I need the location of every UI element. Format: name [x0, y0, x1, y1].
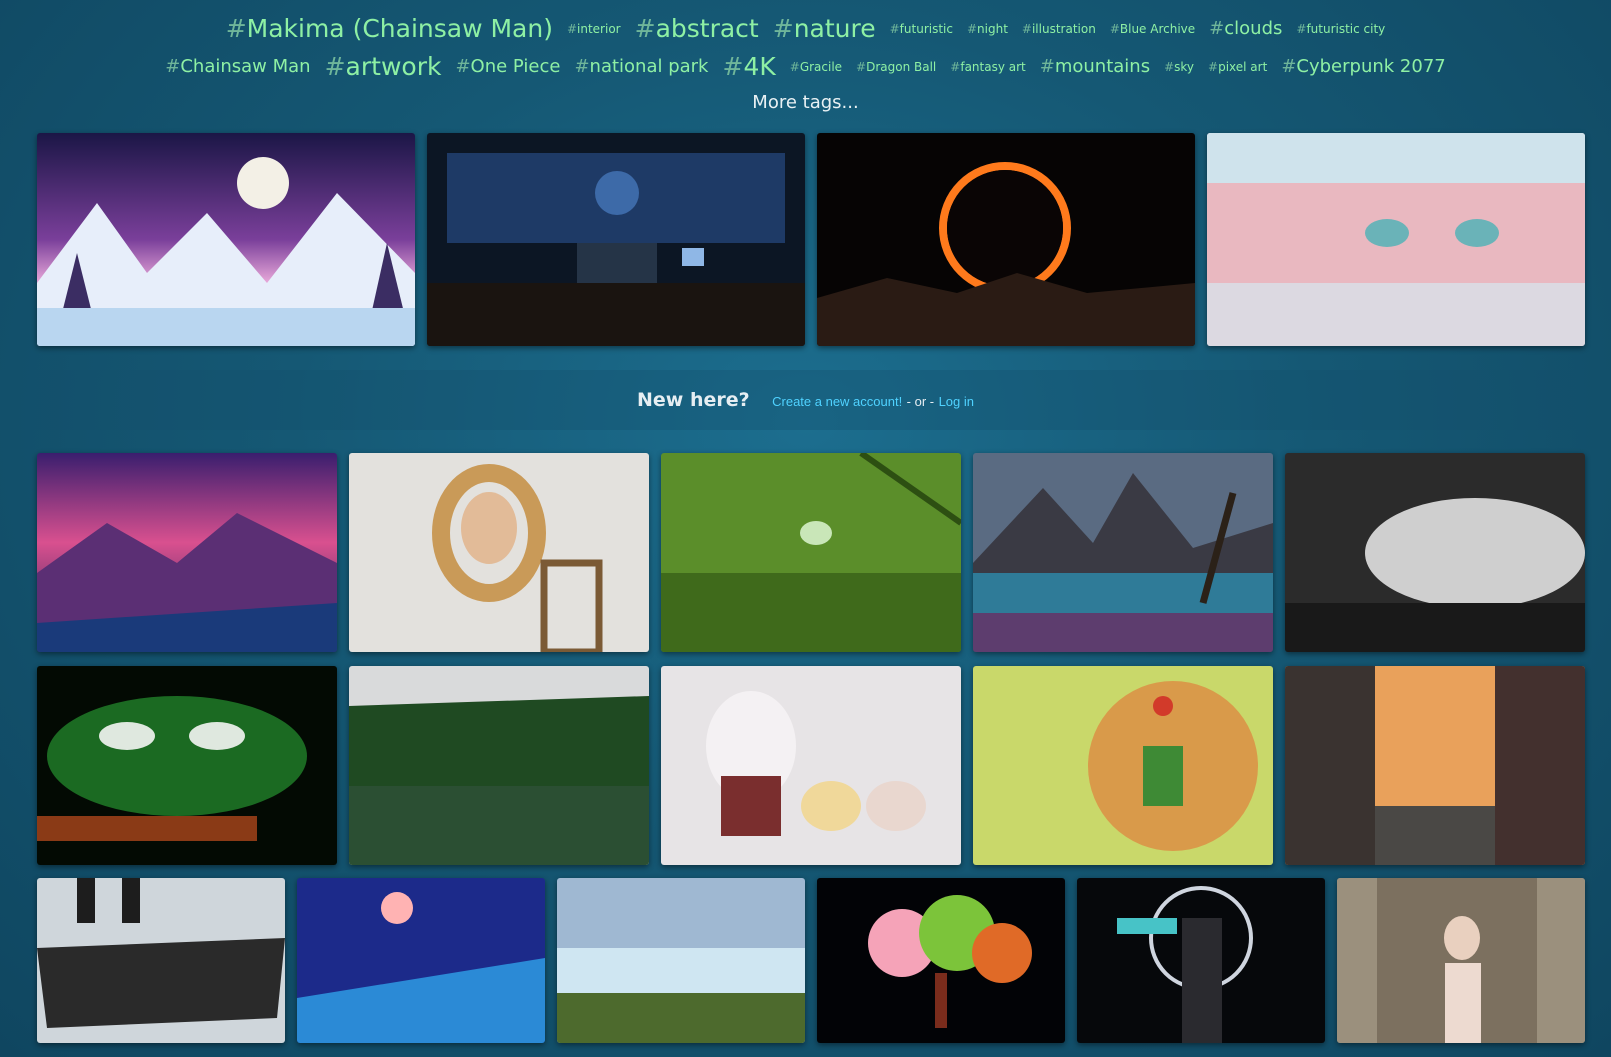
tag-link[interactable]: #mountains: [1040, 56, 1150, 77]
tag-link[interactable]: #night: [967, 22, 1008, 36]
wallpaper-thumbnail[interactable]: [1207, 133, 1585, 346]
tag-link[interactable]: #Dragon Ball: [856, 60, 936, 74]
tag-label: Dragon Ball: [866, 59, 937, 74]
wallpaper-thumbnail[interactable]: [1285, 666, 1585, 865]
or-separator: - or -: [906, 394, 935, 409]
wallpaper-thumbnail[interactable]: [817, 878, 1065, 1043]
tag-link[interactable]: #nature: [773, 14, 876, 43]
wallpaper-thumbnail[interactable]: [37, 133, 415, 346]
tag-link[interactable]: #Makima (Chainsaw Man): [226, 14, 553, 43]
hash-symbol: #: [225, 14, 247, 43]
tag-label: Makima (Chainsaw Man): [246, 14, 553, 43]
hash-symbol: #: [722, 52, 744, 81]
signup-banner: New here? Create a new account! - or - L…: [0, 370, 1611, 430]
tag-link[interactable]: #Chainsaw Man: [165, 56, 310, 77]
hash-symbol: #: [1039, 56, 1055, 77]
tag-label: artwork: [345, 52, 442, 81]
hash-symbol: #: [950, 59, 961, 74]
tag-link[interactable]: #national park: [574, 56, 708, 77]
tag-label: sky: [1174, 59, 1195, 74]
tag-label: Blue Archive: [1119, 21, 1196, 36]
create-account-link[interactable]: Create a new account!: [772, 394, 902, 409]
popular-tags-row-1: #Makima (Chainsaw Man) #interior #abstract…: [0, 14, 1611, 43]
wallpaper-thumbnail[interactable]: [661, 453, 961, 652]
tag-label: mountains: [1054, 56, 1151, 77]
tag-link[interactable]: #4K: [722, 52, 775, 81]
hash-symbol: #: [1208, 59, 1219, 74]
tag-link[interactable]: #Gracile: [790, 60, 842, 74]
tag-link[interactable]: #interior: [567, 22, 621, 36]
popular-tags-row-2: #Chainsaw Man #artwork #One Piece #national…: [0, 52, 1611, 81]
tag-label: fantasy art: [960, 59, 1026, 74]
tag-link[interactable]: #clouds: [1209, 18, 1282, 39]
tag-label: One Piece: [470, 56, 561, 77]
hash-symbol: #: [966, 21, 978, 36]
tag-link[interactable]: #pixel art: [1208, 60, 1267, 74]
tag-label: illustration: [1031, 21, 1096, 36]
tag-link[interactable]: #artwork: [325, 52, 442, 81]
wallpaper-thumbnail[interactable]: [37, 666, 337, 865]
wallpaper-thumbnail[interactable]: [1337, 878, 1585, 1043]
wallpaper-thumbnail[interactable]: [1285, 453, 1585, 652]
tag-label: clouds: [1224, 18, 1283, 39]
tag-label: futuristic city: [1306, 21, 1386, 36]
hash-symbol: #: [566, 21, 578, 36]
hash-symbol: #: [789, 59, 800, 74]
tag-link[interactable]: #Blue Archive: [1110, 22, 1195, 36]
tag-label: futuristic: [899, 21, 953, 36]
tag-label: national park: [589, 56, 709, 77]
hash-symbol: #: [1109, 21, 1120, 36]
hash-symbol: #: [455, 56, 471, 77]
hash-symbol: #: [324, 52, 346, 81]
hash-symbol: #: [574, 56, 590, 77]
wallpaper-thumbnail[interactable]: [37, 453, 337, 652]
tag-link[interactable]: #sky: [1164, 60, 1194, 74]
tag-link[interactable]: #futuristic: [890, 22, 953, 36]
wallpaper-thumbnail[interactable]: [37, 878, 285, 1043]
hash-symbol: #: [856, 59, 867, 74]
wallpaper-thumbnail[interactable]: [427, 133, 805, 346]
tag-link[interactable]: #Cyberpunk 2077: [1281, 56, 1445, 77]
tag-link[interactable]: #abstract: [635, 14, 759, 43]
wallpaper-thumbnail[interactable]: [817, 133, 1195, 346]
tag-link[interactable]: #One Piece: [455, 56, 560, 77]
wallpaper-thumbnail[interactable]: [973, 453, 1273, 652]
wallpaper-thumbnail[interactable]: [1077, 878, 1325, 1043]
tag-label: nature: [793, 14, 876, 43]
tag-label: abstract: [655, 14, 759, 43]
tag-label: pixel art: [1218, 59, 1268, 74]
wallpaper-thumbnail[interactable]: [349, 666, 649, 865]
hash-symbol: #: [634, 14, 656, 43]
wallpaper-thumbnail[interactable]: [349, 453, 649, 652]
tag-link[interactable]: #illustration: [1022, 22, 1096, 36]
login-link[interactable]: Log in: [939, 394, 974, 409]
wallpaper-thumbnail[interactable]: [661, 666, 961, 865]
hash-symbol: #: [772, 14, 794, 43]
hash-symbol: #: [165, 56, 181, 77]
hash-symbol: #: [1021, 21, 1032, 36]
tag-label: Gracile: [799, 59, 843, 74]
tag-label: Chainsaw Man: [180, 56, 311, 77]
tag-label: 4K: [743, 52, 776, 81]
tag-label: night: [977, 21, 1008, 36]
hash-symbol: #: [889, 21, 900, 36]
hash-symbol: #: [1209, 18, 1225, 39]
tag-label: Cyberpunk 2077: [1296, 56, 1446, 77]
hash-symbol: #: [1164, 59, 1175, 74]
wallpaper-thumbnail[interactable]: [557, 878, 805, 1043]
wallpaper-thumbnail[interactable]: [973, 666, 1273, 865]
hash-symbol: #: [1281, 56, 1297, 77]
more-tags-link[interactable]: More tags...: [0, 92, 1611, 113]
tag-link[interactable]: #futuristic city: [1296, 22, 1385, 36]
tag-label: interior: [577, 21, 621, 36]
hash-symbol: #: [1296, 21, 1307, 36]
wallpaper-thumbnail[interactable]: [297, 878, 545, 1043]
tag-link[interactable]: #fantasy art: [950, 60, 1025, 74]
new-here-title: New here?: [637, 389, 750, 411]
